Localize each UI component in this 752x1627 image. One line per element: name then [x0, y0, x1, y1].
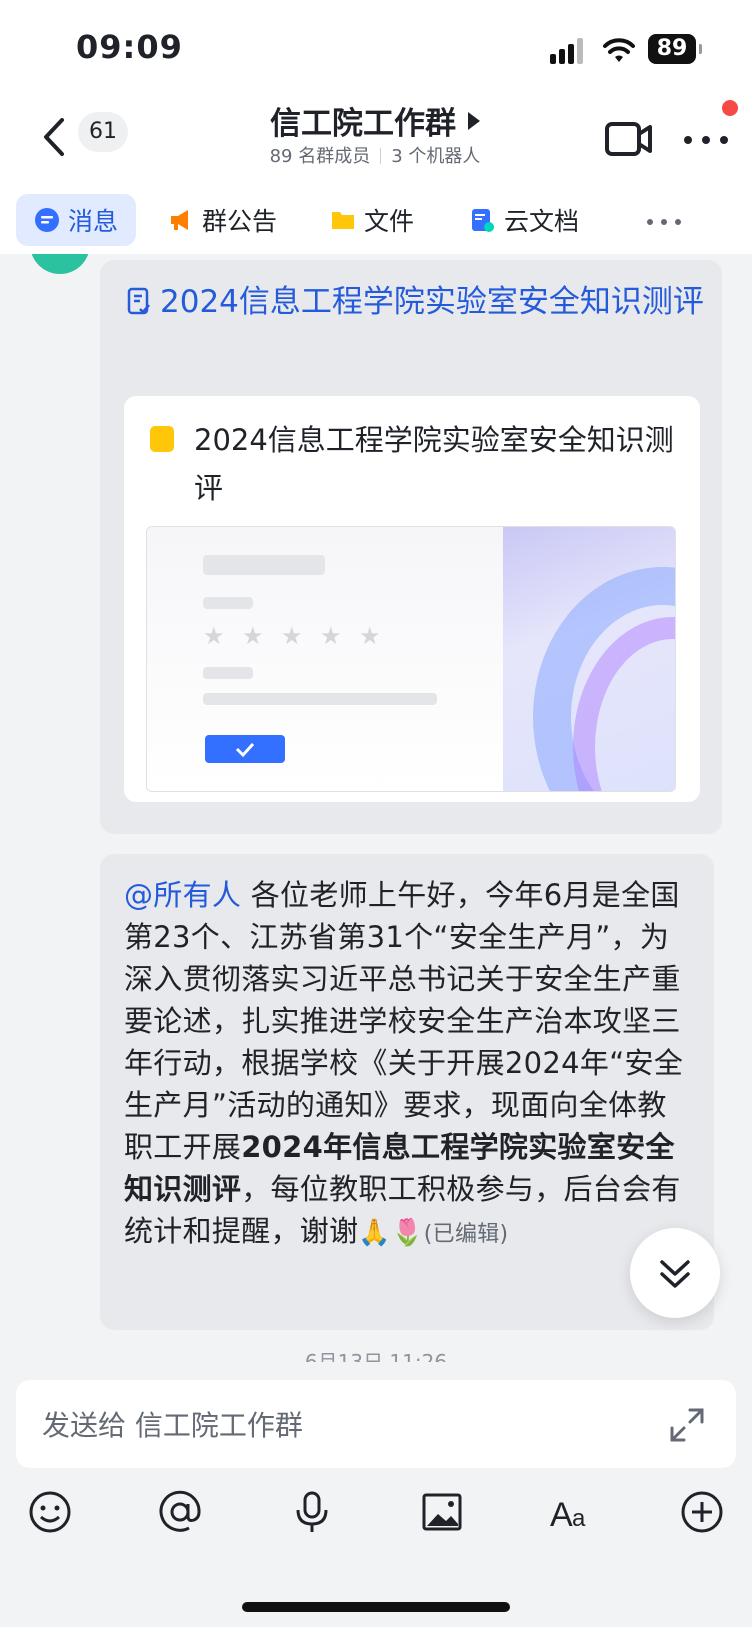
more-icon[interactable]: [682, 130, 730, 150]
message-text: @所有人 各位老师上午好，今年6月是全国第23个、江苏省第31个“安全生产月”，…: [124, 878, 684, 1248]
tab-label: 群公告: [202, 207, 278, 236]
edited-label: (已编辑): [423, 1222, 509, 1247]
expand-icon[interactable]: [668, 1406, 706, 1444]
image-icon[interactable]: [418, 1488, 466, 1536]
add-icon[interactable]: [678, 1488, 726, 1536]
doc-link-text: 2024信息工程学院实验室安全知识测评: [160, 284, 704, 320]
form-preview-image: ★ ★ ★ ★ ★: [146, 526, 676, 792]
svg-text:A: A: [550, 1496, 573, 1534]
home-indicator[interactable]: [242, 1602, 510, 1612]
message-bubble[interactable]: @所有人 各位老师上午好，今年6月是全国第23个、江苏省第31个“安全生产月”，…: [100, 854, 714, 1330]
title-arrow-icon: [468, 112, 480, 130]
chat-header: 61 信工院工作群 89 名群成员 3 个机器人: [0, 90, 752, 190]
tab-label: 消息: [68, 207, 119, 236]
unread-count-badge[interactable]: 61: [78, 112, 128, 152]
battery-indicator: 89: [648, 34, 702, 64]
signal-icon: [550, 38, 588, 64]
avatar[interactable]: [30, 254, 90, 274]
tab-label: 文件: [364, 207, 415, 236]
message-input[interactable]: 发送给 信工院工作群: [16, 1380, 736, 1468]
input-placeholder: 发送给 信工院工作群: [42, 1409, 303, 1442]
wifi-icon: [603, 38, 635, 62]
megaphone-icon: [171, 210, 188, 230]
emoji-icon[interactable]: [26, 1488, 74, 1536]
tab-cloud-docs[interactable]: 云文档: [470, 194, 579, 246]
card-title: 2024信息工程学院实验室安全知识测评: [194, 423, 674, 505]
message-icon: [35, 208, 59, 232]
scroll-to-bottom-button[interactable]: [630, 1228, 720, 1318]
text-format-icon[interactable]: A a: [548, 1488, 596, 1536]
mic-icon[interactable]: [288, 1488, 336, 1536]
doc-link[interactable]: 2024信息工程学院实验室安全知识测评: [124, 278, 704, 326]
form-icon: [150, 426, 174, 452]
tab-announcements[interactable]: 群公告: [168, 194, 277, 246]
member-count: 89 名群成员: [269, 146, 371, 167]
status-time: 09:09: [76, 28, 183, 66]
back-icon[interactable]: [36, 112, 76, 162]
folder-icon: [332, 212, 354, 229]
doc-icon: [127, 287, 150, 315]
bot-count: 3 个机器人: [391, 146, 481, 167]
status-bar: 09:09 89: [0, 0, 752, 90]
cloud-doc-icon: [472, 209, 494, 232]
video-call-icon[interactable]: [604, 118, 654, 160]
svg-text:a: a: [572, 1505, 586, 1532]
decorative-art: [503, 527, 675, 791]
at-icon[interactable]: [156, 1488, 204, 1536]
chat-title-area[interactable]: 信工院工作群: [200, 98, 550, 143]
emoji: 🙏🌷: [358, 1218, 424, 1248]
chevron-double-down-icon: [660, 1260, 690, 1288]
chat-subtitle[interactable]: 89 名群成员 3 个机器人: [200, 142, 550, 168]
form-mockup: ★ ★ ★ ★ ★: [147, 527, 503, 791]
notification-dot: [722, 100, 738, 116]
message-bubble[interactable]: 2024信息工程学院实验室安全知识测评 2024信息工程学院实验室安全知识测评 …: [100, 260, 722, 834]
mention-all[interactable]: @所有人: [124, 878, 241, 912]
message-list[interactable]: 2024信息工程学院实验室安全知识测评 2024信息工程学院实验室安全知识测评 …: [0, 254, 752, 1362]
composer: 发送给 信工院工作群 A a: [0, 1362, 752, 1627]
tabs-more-icon[interactable]: [646, 218, 682, 226]
tab-messages[interactable]: 消息: [16, 194, 137, 246]
message-timestamp: 6月13日 11:26: [304, 1350, 448, 1362]
chat-tabs: 消息 群公告 文件 云文档: [0, 190, 752, 254]
chat-title: 信工院工作群: [270, 106, 456, 142]
tab-label: 云文档: [504, 207, 580, 236]
doc-preview-card[interactable]: 2024信息工程学院实验室安全知识测评 ★ ★ ★ ★ ★: [124, 396, 700, 802]
tab-files[interactable]: 文件: [330, 194, 414, 246]
